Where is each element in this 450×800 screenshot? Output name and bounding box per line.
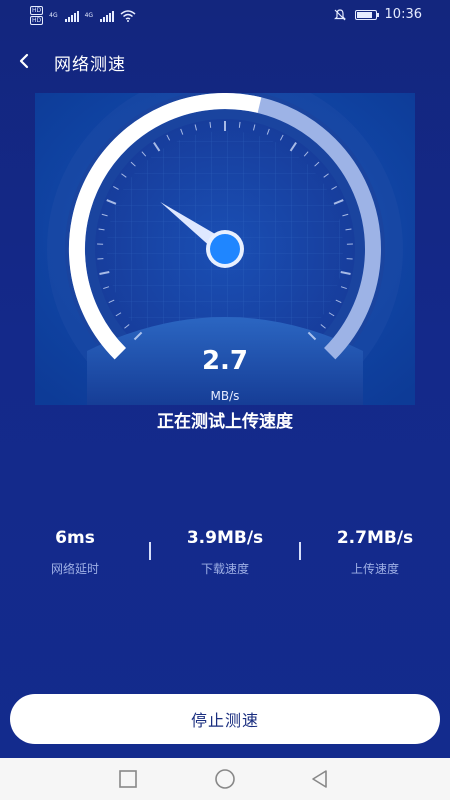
gauge-unit: MB/s xyxy=(210,389,240,403)
gauge-tick xyxy=(238,121,241,128)
download-label: 下载速度 xyxy=(200,562,249,576)
speed-test-screen: HD HD 4G 4G 10:36 网络测速 2.7 MB/s 正在测试上传速度… xyxy=(0,0,450,758)
latency-stat: 6ms 网络延时 xyxy=(0,528,150,577)
back-nav-button[interactable] xyxy=(309,768,331,790)
battery-icon xyxy=(354,9,379,20)
recents-square-icon xyxy=(119,770,137,788)
chevron-left-icon xyxy=(19,53,29,69)
status-bar: HD HD 4G 4G 10:36 xyxy=(0,0,450,30)
upload-stat: 2.7MB/s 上传速度 xyxy=(300,528,450,577)
latency-value: 6ms xyxy=(55,528,95,548)
status-right: 10:36 xyxy=(333,7,422,22)
header: 网络测速 xyxy=(0,44,450,80)
gauge-hub xyxy=(210,234,240,264)
signal-icon xyxy=(64,10,79,22)
signal-icon xyxy=(100,10,115,22)
network-type-label: 4G xyxy=(49,12,58,19)
stop-test-button[interactable]: 停止测速 xyxy=(10,694,440,744)
download-stat: 3.9MB/s 下载速度 xyxy=(150,528,300,577)
latency-label: 网络延时 xyxy=(50,562,99,576)
mute-icon xyxy=(333,8,346,20)
gauge-value: 2.7 xyxy=(201,346,249,376)
gauge-tick xyxy=(209,121,212,128)
upload-value: 2.7MB/s xyxy=(336,528,414,548)
status-left: HD HD 4G 4G xyxy=(30,6,136,25)
upload-label: 上传速度 xyxy=(350,562,399,576)
network-type-label: 4G xyxy=(84,12,94,19)
wifi-icon xyxy=(120,9,136,22)
back-button[interactable] xyxy=(12,48,38,74)
home-circle-icon xyxy=(215,769,235,789)
test-status-text: 正在测试上传速度 xyxy=(157,412,293,432)
battery-level xyxy=(356,11,372,18)
back-triangle-icon xyxy=(312,770,327,788)
hd-badges: HD HD xyxy=(30,6,44,25)
page-title: 网络测速 xyxy=(54,55,126,75)
system-nav-bar xyxy=(0,758,450,800)
download-value: 3.9MB/s xyxy=(186,528,264,548)
hd-badge: HD xyxy=(30,6,44,15)
hd-badge: HD xyxy=(30,16,44,25)
status-time: 10:36 xyxy=(384,7,422,22)
home-button[interactable] xyxy=(214,768,236,790)
recents-button[interactable] xyxy=(117,768,139,790)
stats-row: 6ms 网络延时 3.9MB/s 下载速度 2.7MB/s 上传速度 xyxy=(0,528,450,588)
